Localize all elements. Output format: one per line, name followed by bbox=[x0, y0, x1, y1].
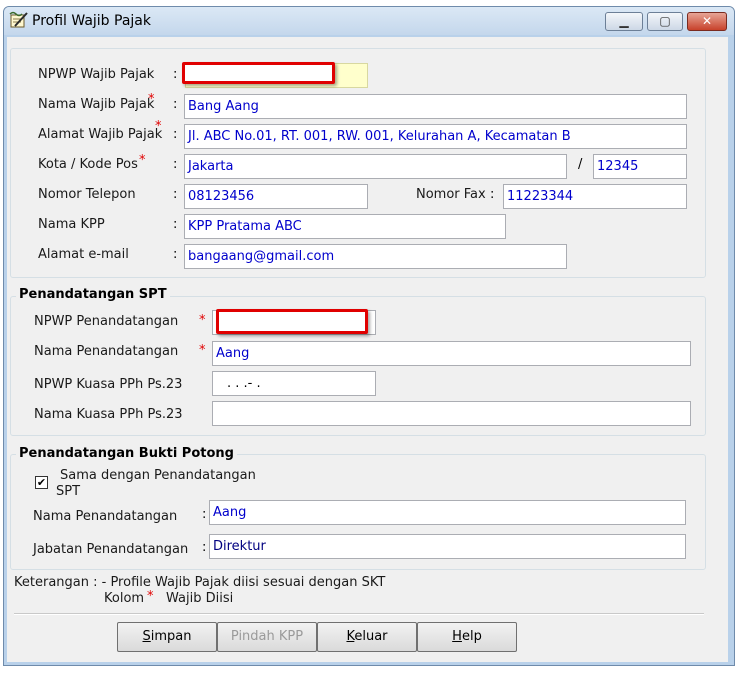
bukti-nama-input[interactable]: Aang bbox=[209, 500, 686, 525]
notes-wajib-diisi: Wajib Diisi bbox=[166, 591, 234, 606]
close-icon: ✕ bbox=[701, 14, 713, 28]
required-star: * bbox=[199, 343, 206, 358]
required-star: * bbox=[148, 92, 155, 107]
telepon-label: Nomor Telepon bbox=[38, 187, 136, 202]
notes-line1: Keterangan : - Profile Wajib Pajak diisi… bbox=[14, 575, 386, 590]
colon: : bbox=[173, 217, 178, 232]
simpan-label: impan bbox=[150, 629, 192, 644]
kuasa-npwp-input[interactable]: . . .- . bbox=[212, 371, 376, 396]
email-input[interactable]: bangaang@gmail.com bbox=[184, 244, 567, 269]
minimize-icon: ▁ bbox=[619, 14, 629, 28]
colon: : bbox=[173, 187, 178, 202]
colon: : bbox=[173, 247, 178, 262]
required-star: * bbox=[155, 119, 162, 134]
email-label: Alamat e-mail bbox=[38, 247, 129, 262]
notepad-pen-icon bbox=[9, 11, 29, 29]
colon: : bbox=[173, 127, 178, 142]
simpan-button[interactable]: Simpan bbox=[117, 622, 217, 652]
notes-required-star: * bbox=[147, 589, 154, 604]
required-star: * bbox=[139, 153, 146, 168]
help-hotkey: H bbox=[452, 629, 462, 644]
same-as-spt-label-line2: SPT bbox=[56, 484, 81, 499]
npwp-label: NPWP Wajib Pajak bbox=[38, 67, 155, 82]
minimize-button[interactable]: ▁ bbox=[605, 12, 643, 31]
alamat-label: Alamat Wajib Pajak bbox=[38, 127, 163, 142]
help-label: elp bbox=[461, 629, 482, 644]
npwp-highlight bbox=[182, 62, 335, 84]
notes-kolom: Kolom bbox=[104, 591, 145, 606]
separator bbox=[14, 613, 704, 615]
fax-input[interactable]: 11223344 bbox=[503, 184, 687, 209]
kpp-label: Nama KPP bbox=[38, 217, 105, 232]
same-as-spt-label-line1: Sama dengan Penandatangan bbox=[60, 468, 256, 483]
spt-nama-label: Nama Penandatangan bbox=[34, 344, 179, 359]
spt-nama-input[interactable]: Aang bbox=[212, 341, 691, 366]
kuasa-nama-label: Nama Kuasa PPh Ps.23 bbox=[34, 407, 183, 422]
colon: : bbox=[202, 540, 207, 555]
kota-input[interactable]: Jakarta bbox=[184, 154, 567, 179]
required-star: * bbox=[199, 313, 206, 328]
jabatan-label: Jabatan Penandatangan bbox=[33, 542, 189, 557]
fax-label: Nomor Fax bbox=[416, 187, 486, 202]
colon: : bbox=[202, 507, 207, 522]
pindah-kpp-label: Pindah KPP bbox=[230, 629, 304, 644]
window-title: Profil Wajib Pajak bbox=[32, 13, 151, 29]
kota-label: Kota / Kode Pos bbox=[38, 157, 138, 172]
check-icon: ✔ bbox=[36, 476, 47, 489]
same-as-spt-checkbox[interactable]: ✔ bbox=[35, 476, 48, 489]
kuasa-nama-input[interactable] bbox=[212, 401, 691, 426]
maximize-icon: ▢ bbox=[659, 14, 671, 28]
keluar-button[interactable]: Keluar bbox=[317, 622, 417, 652]
jabatan-input[interactable]: Direktur bbox=[209, 534, 686, 559]
kpp-input[interactable]: KPP Pratama ABC bbox=[184, 214, 506, 239]
help-button[interactable]: Help bbox=[417, 622, 517, 652]
colon: : bbox=[173, 97, 178, 112]
nama-label: Nama Wajib Pajak bbox=[38, 97, 155, 112]
pindah-kpp-button[interactable]: Pindah KPP bbox=[217, 622, 317, 652]
kuasa-npwp-label: NPWP Kuasa PPh Ps.23 bbox=[34, 377, 183, 392]
slash-separator: / bbox=[578, 157, 583, 172]
alamat-input[interactable]: Jl. ABC No.01, RT. 001, RW. 001, Kelurah… bbox=[184, 124, 687, 149]
colon: : bbox=[173, 67, 178, 82]
simpan-hotkey: S bbox=[142, 629, 151, 644]
bukti-nama-label: Nama Penandatangan bbox=[33, 509, 178, 524]
maximize-button[interactable]: ▢ bbox=[647, 12, 683, 31]
bukti-group-title: Penandatangan Bukti Potong bbox=[16, 446, 237, 461]
colon: : bbox=[490, 187, 495, 202]
nama-input[interactable]: Bang Aang bbox=[184, 94, 687, 119]
spt-group-title: Penandatangan SPT bbox=[16, 287, 170, 302]
spt-npwp-label: NPWP Penandatangan bbox=[34, 314, 179, 329]
telepon-input[interactable]: 08123456 bbox=[184, 184, 368, 209]
colon: : bbox=[173, 157, 178, 172]
kodepos-input[interactable]: 12345 bbox=[593, 154, 687, 179]
keluar-label: eluar bbox=[354, 629, 388, 644]
spt-npwp-highlight bbox=[216, 309, 368, 334]
close-button[interactable]: ✕ bbox=[687, 12, 727, 31]
